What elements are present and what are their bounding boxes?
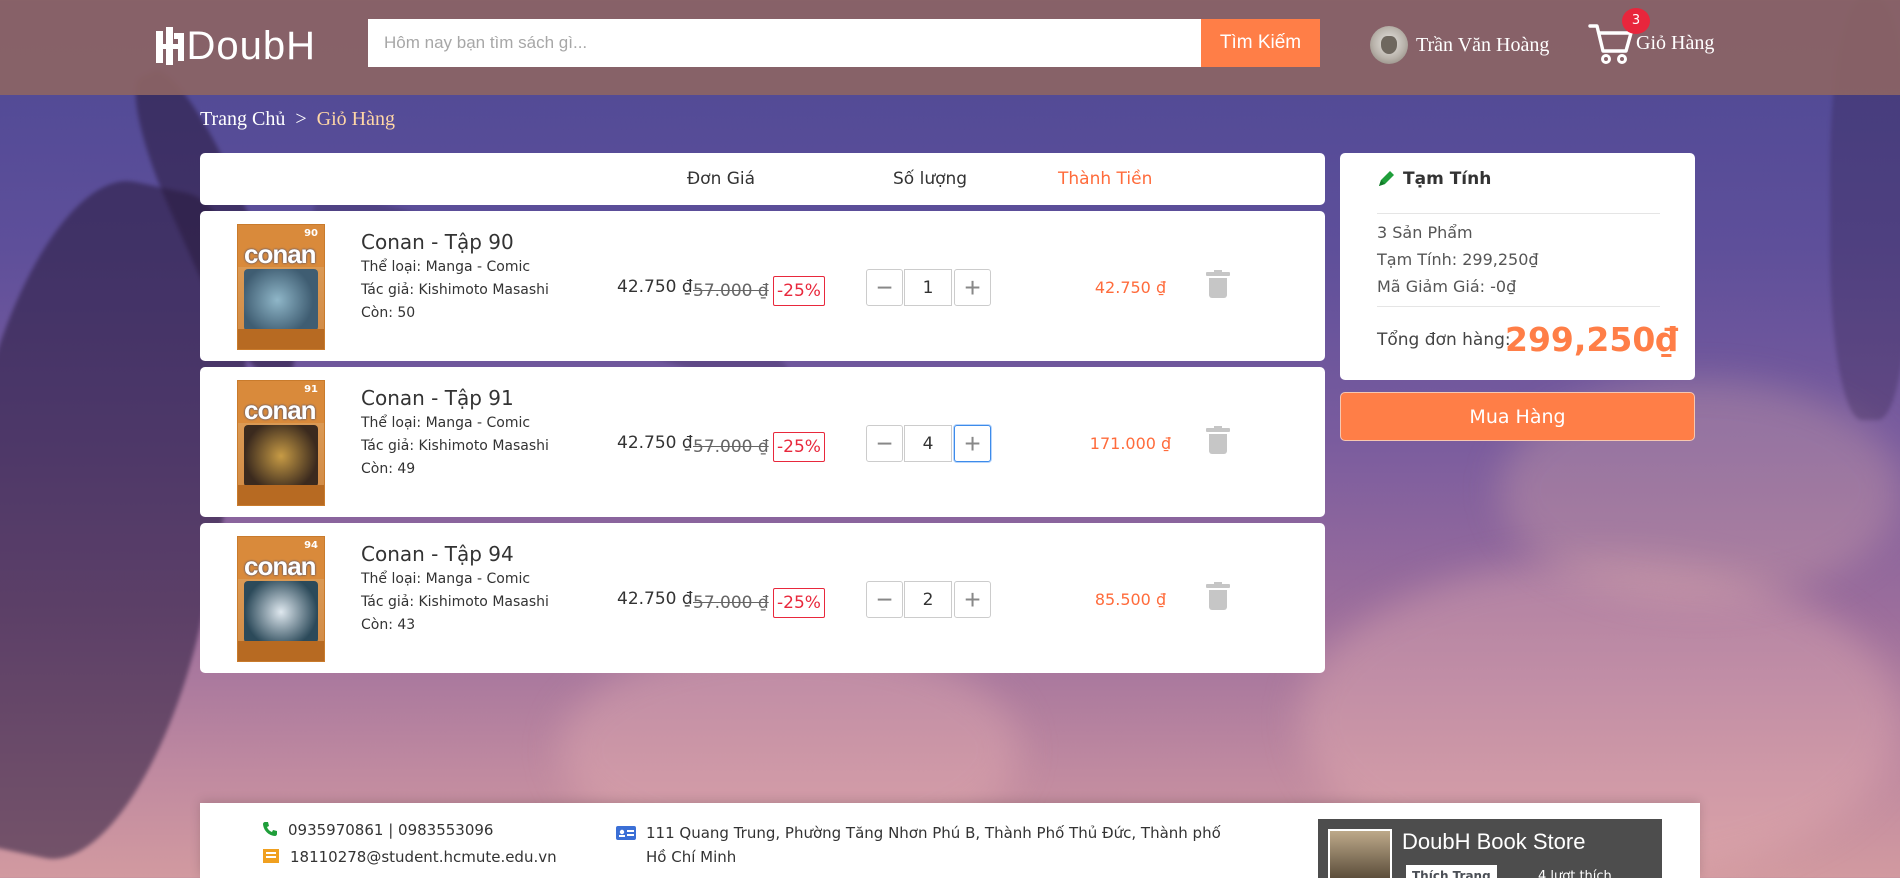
divider (1377, 306, 1660, 307)
cover-volume-number: 91 (304, 384, 318, 395)
footer: 0935970861 | 0983553096 18110278@student… (200, 803, 1700, 878)
discount-badge: -25% (773, 276, 825, 306)
order-summary: Tạm Tính 3 Sản Phẩm Tạm Tính: 299,250₫ M… (1340, 153, 1695, 380)
cart-item-row: conan 91 Conan - Tập 91 Thể loại: Manga … (200, 367, 1325, 517)
summary-item-count: 3 Sản Phẩm (1377, 223, 1473, 242)
facebook-page-widget[interactable]: DoubH Book Store Thích Trang 4 lượt thíc… (1318, 819, 1662, 878)
facebook-page-name[interactable]: DoubH Book Store (1402, 829, 1585, 855)
quantity-decrease-button[interactable]: − (866, 425, 903, 462)
phone-icon (263, 822, 277, 836)
product-title[interactable]: Conan - Tập 91 (361, 386, 514, 410)
product-author: Tác giả: Kishimoto Masashi (361, 438, 549, 454)
cart-count-badge: 3 (1622, 8, 1650, 34)
breadcrumb-separator: > (295, 108, 307, 130)
quantity-increase-button[interactable]: + (954, 425, 991, 462)
breadcrumb-current: Giỏ Hàng (316, 108, 395, 130)
unit-price: 42.750 ₫ (617, 277, 693, 297)
breadcrumb: Trang Chủ > Giỏ Hàng (200, 108, 395, 131)
product-category: Thể loại: Manga - Comic (361, 571, 531, 587)
product-author: Tác giả: Kishimoto Masashi (361, 594, 549, 610)
column-price-header: Đơn Giá (687, 169, 756, 189)
email-icon (263, 849, 279, 863)
user-account[interactable]: Trần Văn Hoàng (1370, 26, 1549, 64)
original-price: 57.000 ₫ (693, 593, 769, 613)
cart-table-header: Đơn Giá Số lượng Thành Tiền (200, 153, 1325, 205)
product-title[interactable]: Conan - Tập 94 (361, 542, 514, 566)
column-total-header: Thành Tiền (1058, 169, 1153, 189)
site-logo[interactable]: DoubH (156, 22, 316, 70)
unit-price: 42.750 ₫ (617, 589, 693, 609)
summary-coupon: Mã Giảm Giá: -0₫ (1377, 277, 1517, 296)
line-total: 42.750 ₫ (1094, 278, 1167, 297)
search-input[interactable] (368, 19, 1202, 67)
avatar (1370, 26, 1408, 64)
quantity-decrease-button[interactable]: − (866, 269, 903, 306)
cart-label: Giỏ Hàng (1636, 31, 1715, 54)
original-price: 57.000 ₫ (693, 437, 769, 457)
trash-icon[interactable] (1206, 270, 1230, 298)
address-card-icon (616, 826, 636, 840)
facebook-like-count: 4 lượt thích (1538, 869, 1612, 878)
product-stock: Còn: 50 (361, 305, 416, 321)
product-title[interactable]: Conan - Tập 90 (361, 230, 514, 254)
footer-phone-text: 0935970861 | 0983553096 (288, 821, 494, 839)
facebook-like-button[interactable]: Thích Trang (1406, 865, 1497, 878)
column-quantity-header: Số lượng (893, 169, 968, 189)
top-header: DoubH Tìm Kiếm Trần Văn Hoàng Giỏ Hàng 3 (0, 0, 1900, 95)
line-total: 171.000 ₫ (1089, 434, 1172, 453)
quantity-decrease-button[interactable]: − (866, 581, 903, 618)
facebook-page-avatar (1328, 829, 1392, 878)
product-stock: Còn: 49 (361, 461, 416, 477)
trash-icon[interactable] (1206, 582, 1230, 610)
order-total-value: 299,250₫ (1505, 320, 1679, 359)
footer-email-text[interactable]: 18110278@student.hcmute.edu.vn (290, 848, 557, 866)
cart-item-row: conan 94 Conan - Tập 94 Thể loại: Manga … (200, 523, 1325, 673)
summary-heading: Tạm Tính (1377, 169, 1491, 189)
discount-badge: -25% (773, 432, 825, 462)
unit-price: 42.750 ₫ (617, 433, 693, 453)
footer-email: 18110278@student.hcmute.edu.vn (262, 848, 557, 866)
summary-heading-text: Tạm Tính (1403, 169, 1492, 189)
summary-subtotal: Tạm Tính: 299,250₫ (1377, 250, 1539, 269)
book-cover-image[interactable]: conan 90 (237, 224, 325, 350)
search-button[interactable]: Tìm Kiếm (1201, 19, 1320, 67)
book-cover-image[interactable]: conan 94 (237, 536, 325, 662)
pencil-icon (1379, 171, 1394, 186)
footer-phone: 0935970861 | 0983553096 (262, 821, 493, 839)
quantity-input[interactable] (904, 425, 952, 462)
original-price: 57.000 ₫ (693, 281, 769, 301)
quantity-input[interactable] (904, 269, 952, 306)
product-category: Thể loại: Manga - Comic (361, 259, 531, 275)
order-total-label: Tổng đơn hàng: (1377, 330, 1511, 350)
logo-text: DoubH (186, 23, 316, 68)
breadcrumb-home[interactable]: Trang Chủ (200, 108, 285, 131)
cart-link[interactable]: Giỏ Hàng (1588, 18, 1714, 68)
logo-mark-icon (156, 27, 184, 65)
cart-item-row: conan 90 Conan - Tập 90 Thể loại: Manga … (200, 211, 1325, 361)
quantity-input[interactable] (904, 581, 952, 618)
footer-address: 111 Quang Trung, Phường Tăng Nhơn Phú B,… (616, 821, 1236, 869)
buy-button[interactable]: Mua Hàng (1340, 392, 1695, 441)
cover-volume-number: 90 (304, 228, 318, 239)
quantity-increase-button[interactable]: + (954, 269, 991, 306)
product-author: Tác giả: Kishimoto Masashi (361, 282, 549, 298)
product-stock: Còn: 43 (361, 617, 416, 633)
footer-address-text: 111 Quang Trung, Phường Tăng Nhơn Phú B,… (646, 824, 1221, 866)
quantity-increase-button[interactable]: + (954, 581, 991, 618)
trash-icon[interactable] (1206, 426, 1230, 454)
discount-badge: -25% (773, 588, 825, 618)
divider (1377, 213, 1660, 214)
line-total: 85.500 ₫ (1094, 590, 1167, 609)
cover-volume-number: 94 (304, 540, 318, 551)
user-name: Trần Văn Hoàng (1416, 33, 1550, 56)
book-cover-image[interactable]: conan 91 (237, 380, 325, 506)
product-category: Thể loại: Manga - Comic (361, 415, 531, 431)
